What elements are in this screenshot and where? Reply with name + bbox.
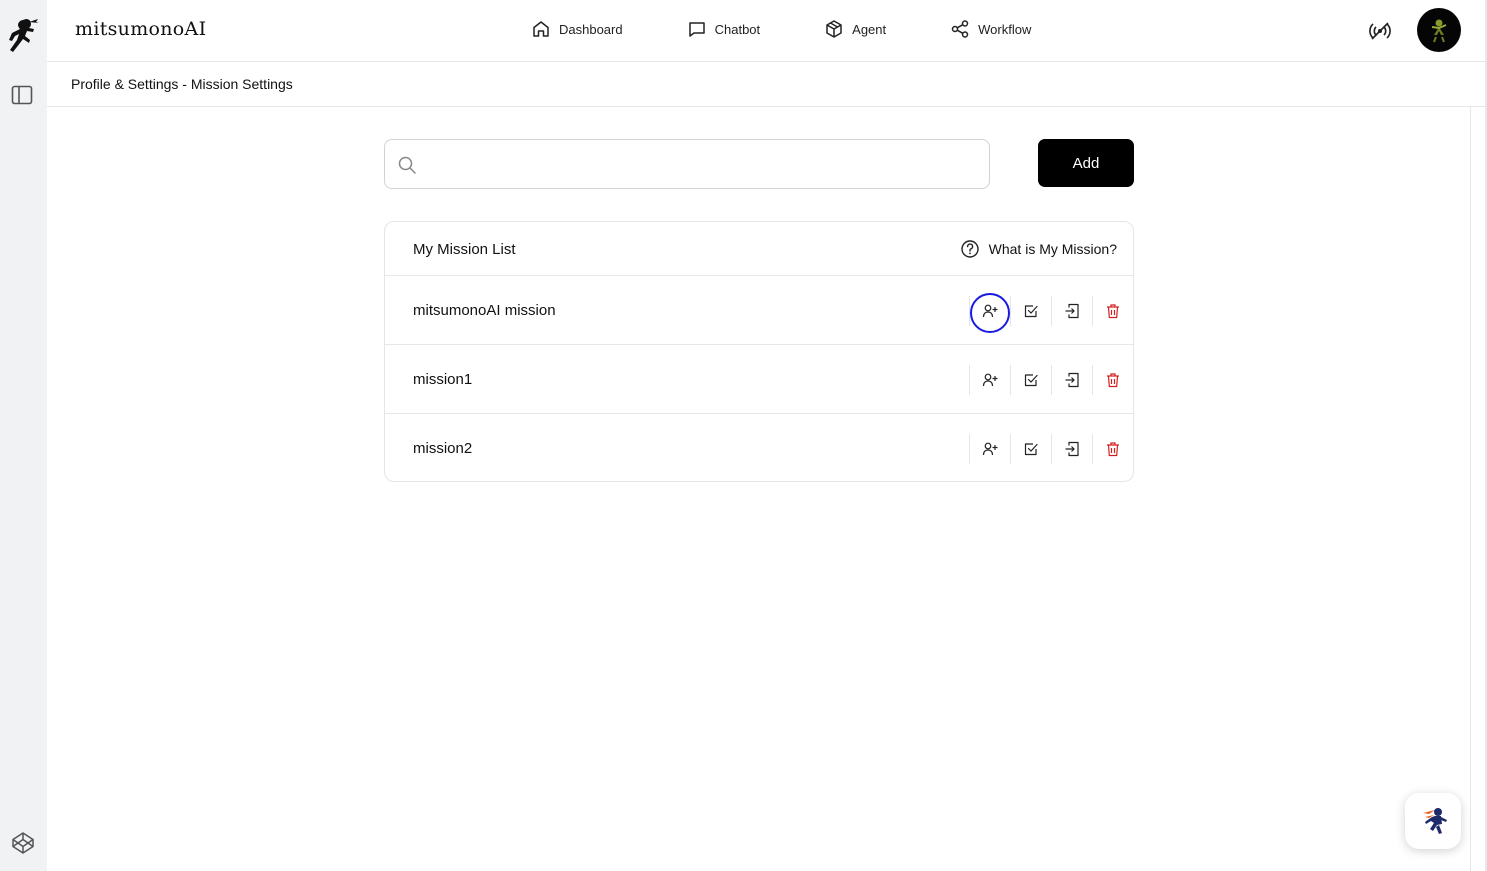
avatar-figure-icon	[1431, 19, 1447, 43]
ninja-mascot-icon	[1423, 808, 1447, 834]
trash-icon	[1107, 442, 1119, 457]
share-nodes-icon	[951, 20, 969, 38]
add-member-button[interactable]	[969, 293, 1010, 333]
row-actions	[969, 434, 1133, 464]
table-row: mission1	[385, 345, 1133, 414]
signal-icon[interactable]	[1369, 20, 1391, 42]
add-user-icon	[982, 442, 998, 456]
sidebar-toggle-icon[interactable]	[11, 84, 33, 106]
row-actions	[969, 365, 1133, 395]
mission-list-header: My Mission List What is My Mission?	[385, 222, 1133, 276]
avatar[interactable]	[1417, 8, 1461, 52]
help-label: What is My Mission?	[988, 241, 1117, 257]
select-mission-button[interactable]	[1010, 296, 1051, 326]
delete-mission-button[interactable]	[1092, 296, 1133, 326]
mission-name: mitsumonoAI mission	[413, 302, 556, 319]
mission-name: mission2	[413, 440, 473, 457]
check-square-icon	[1024, 443, 1038, 456]
ninja-logo-icon[interactable]	[6, 16, 40, 54]
question-circle-icon	[960, 240, 979, 258]
sign-in-icon	[1065, 303, 1079, 319]
delete-mission-button[interactable]	[1092, 434, 1133, 464]
delete-mission-button[interactable]	[1092, 365, 1133, 395]
table-row: mitsumonoAI mission	[385, 276, 1133, 345]
home-icon	[533, 21, 549, 37]
scrollbar-track[interactable]	[1470, 107, 1471, 871]
search-box[interactable]	[384, 139, 990, 189]
sign-in-icon	[1065, 372, 1079, 388]
nav-label: Chatbot	[714, 21, 761, 37]
trash-icon	[1107, 304, 1119, 319]
add-member-button[interactable]	[969, 434, 1010, 464]
trash-icon	[1107, 373, 1119, 388]
check-square-icon	[1024, 374, 1038, 387]
breadcrumb: Profile & Settings - Mission Settings	[71, 76, 293, 92]
top-header: mitsumonoAI Dashboard Chatbot Agent Work…	[47, 0, 1487, 62]
breadcrumb-bar: Profile & Settings - Mission Settings	[47, 62, 1485, 107]
select-mission-button[interactable]	[1010, 365, 1051, 395]
mission-list-card: My Mission List What is My Mission? mits…	[384, 221, 1134, 482]
row-actions	[969, 293, 1133, 333]
cube-icon	[826, 20, 842, 38]
check-square-icon	[1024, 305, 1038, 318]
what-is-my-mission-link[interactable]: What is My Mission?	[960, 239, 1117, 259]
search-icon	[398, 156, 416, 174]
brand-name[interactable]: mitsumonoAI	[75, 18, 206, 40]
left-rail	[0, 0, 47, 871]
nav-label: Dashboard	[559, 21, 623, 37]
nav-label: Workflow	[978, 21, 1032, 37]
assistant-chat-button[interactable]	[1405, 793, 1461, 849]
nav-item-chatbot[interactable]: Chatbot	[687, 19, 761, 39]
enter-mission-button[interactable]	[1051, 365, 1092, 395]
chat-bubble-icon	[688, 22, 705, 37]
search-input[interactable]	[429, 150, 977, 178]
main-nav: Dashboard Chatbot Agent Workflow	[531, 19, 1095, 39]
sign-in-icon	[1065, 441, 1079, 457]
enter-mission-button[interactable]	[1051, 296, 1092, 326]
mission-name: mission1	[413, 371, 473, 388]
enter-mission-button[interactable]	[1051, 434, 1092, 464]
add-member-button[interactable]	[969, 365, 1010, 395]
add-user-icon	[982, 373, 998, 387]
table-row: mission2	[385, 414, 1133, 481]
nav-item-workflow[interactable]: Workflow	[950, 19, 1031, 39]
mission-list-title: My Mission List	[413, 241, 516, 258]
select-mission-button[interactable]	[1010, 434, 1051, 464]
nav-item-dashboard[interactable]: Dashboard	[531, 19, 623, 39]
add-user-icon	[982, 304, 998, 318]
nav-label: Agent	[852, 21, 887, 37]
codepen-icon[interactable]	[11, 831, 35, 855]
nav-item-agent[interactable]: Agent	[824, 19, 886, 39]
add-button[interactable]: Add	[1038, 139, 1134, 187]
